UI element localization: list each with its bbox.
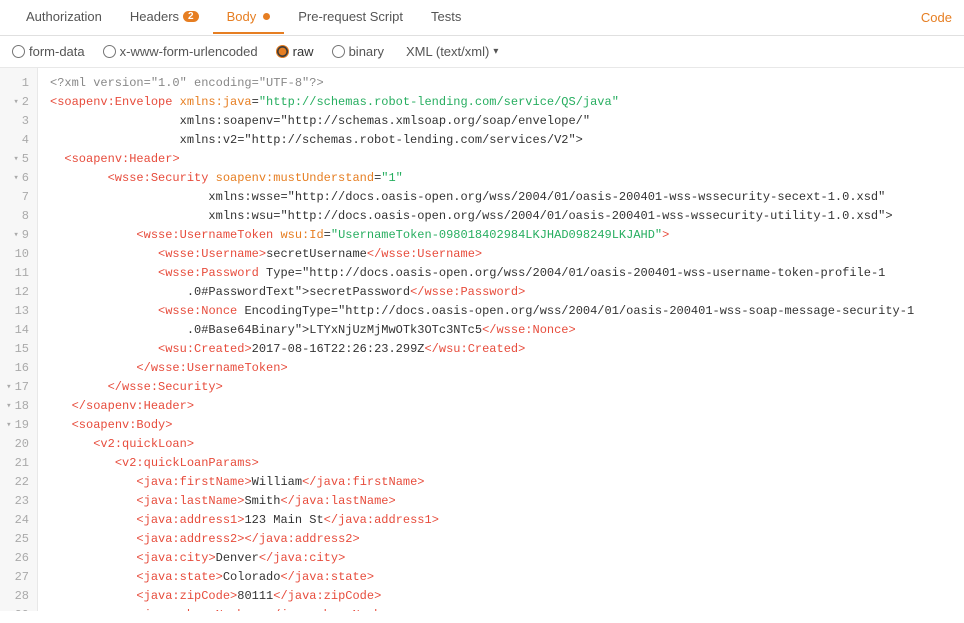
fold-arrow-icon[interactable]: ▾ xyxy=(13,93,18,112)
fold-arrow-icon[interactable]: ▾ xyxy=(6,397,11,416)
body-options-bar: form-data x-www-form-urlencoded raw bina… xyxy=(0,36,964,68)
line-number: 14 xyxy=(0,321,37,340)
code-line: </wsse:UsernameToken> xyxy=(50,359,964,378)
line-number: ▾18 xyxy=(0,397,37,416)
code-line: <java:firstName>William</java:firstName> xyxy=(50,473,964,492)
line-number: 3 xyxy=(0,112,37,131)
code-line: <wsse:Security soapenv:mustUnderstand="1… xyxy=(50,169,964,188)
fold-arrow-icon[interactable]: ▾ xyxy=(13,169,18,188)
code-line: <java:zipCode>80111</java:zipCode> xyxy=(50,587,964,606)
line-number: 1 xyxy=(0,74,37,93)
code-line: .0#PasswordText">secretPassword</wsse:Pa… xyxy=(50,283,964,302)
code-link[interactable]: Code xyxy=(921,10,952,25)
option-form-data[interactable]: form-data xyxy=(12,44,85,59)
chevron-down-icon: ▾ xyxy=(493,46,498,57)
option-raw[interactable]: raw xyxy=(276,44,314,59)
code-line: </soapenv:Header> xyxy=(50,397,964,416)
code-line: <soapenv:Envelope xmlns:java="http://sch… xyxy=(50,93,964,112)
line-number: ▾5 xyxy=(0,150,37,169)
code-line: <v2:quickLoan> xyxy=(50,435,964,454)
line-number: ▾9 xyxy=(0,226,37,245)
option-binary[interactable]: binary xyxy=(332,44,384,59)
content-type-selector[interactable]: XML (text/xml) ▾ xyxy=(406,44,498,59)
line-number: 12 xyxy=(0,283,37,302)
code-content[interactable]: <?xml version="1.0" encoding="UTF-8"?><s… xyxy=(38,68,964,611)
code-line: <java:lastName>Smith</java:lastName> xyxy=(50,492,964,511)
tab-prerequest[interactable]: Pre-request Script xyxy=(284,1,417,34)
binary-label: binary xyxy=(349,44,384,59)
tab-authorization[interactable]: Authorization xyxy=(12,1,116,34)
body-dot xyxy=(263,13,270,20)
code-line: <java:phoneNumber></java:phoneNumber> xyxy=(50,606,964,611)
code-line: xmlns:v2="http://schemas.robot-lending.c… xyxy=(50,131,964,150)
code-line: <soapenv:Body> xyxy=(50,416,964,435)
code-editor: 1▾234▾5▾678▾910111213141516▾17▾18▾192021… xyxy=(0,68,964,611)
line-number: 11 xyxy=(0,264,37,283)
line-number: 16 xyxy=(0,359,37,378)
code-line: <wsse:Username>secretUsername</wsse:User… xyxy=(50,245,964,264)
code-line: <java:state>Colorado</java:state> xyxy=(50,568,964,587)
tab-headers[interactable]: Headers 2 xyxy=(116,1,213,34)
code-line: <?xml version="1.0" encoding="UTF-8"?> xyxy=(50,74,964,93)
tab-tests-label: Tests xyxy=(431,9,461,24)
tab-tests[interactable]: Tests xyxy=(417,1,475,34)
line-number: ▾19 xyxy=(0,416,37,435)
raw-label: raw xyxy=(293,44,314,59)
tab-prerequest-label: Pre-request Script xyxy=(298,9,403,24)
line-number: 8 xyxy=(0,207,37,226)
line-number: 21 xyxy=(0,454,37,473)
fold-arrow-icon[interactable]: ▾ xyxy=(6,416,11,435)
line-number: 27 xyxy=(0,568,37,587)
code-line: <soapenv:Header> xyxy=(50,150,964,169)
line-number: ▾2 xyxy=(0,93,37,112)
line-number: 10 xyxy=(0,245,37,264)
tab-authorization-label: Authorization xyxy=(26,9,102,24)
code-line: <wsse:Password Type="http://docs.oasis-o… xyxy=(50,264,964,283)
code-line: <wsu:Created>2017-08-16T22:26:23.299Z</w… xyxy=(50,340,964,359)
code-line: xmlns:wsu="http://docs.oasis-open.org/ws… xyxy=(50,207,964,226)
line-number: 20 xyxy=(0,435,37,454)
fold-arrow-icon[interactable]: ▾ xyxy=(13,150,18,169)
code-line: <wsse:Nonce EncodingType="http://docs.oa… xyxy=(50,302,964,321)
line-number: 24 xyxy=(0,511,37,530)
line-number: 15 xyxy=(0,340,37,359)
code-line: <java:city>Denver</java:city> xyxy=(50,549,964,568)
code-line: </wsse:Security> xyxy=(50,378,964,397)
line-number: 26 xyxy=(0,549,37,568)
code-line: <java:address1>123 Main St</java:address… xyxy=(50,511,964,530)
code-line: xmlns:soapenv="http://schemas.xmlsoap.or… xyxy=(50,112,964,131)
headers-badge: 2 xyxy=(183,11,199,22)
line-number: 29 xyxy=(0,606,37,611)
content-type-label: XML (text/xml) xyxy=(406,44,489,59)
code-line: <v2:quickLoanParams> xyxy=(50,454,964,473)
line-number: ▾17 xyxy=(0,378,37,397)
line-numbers-gutter: 1▾234▾5▾678▾910111213141516▾17▾18▾192021… xyxy=(0,68,38,611)
tab-body-label: Body xyxy=(227,9,257,24)
line-number: 4 xyxy=(0,131,37,150)
line-number: ▾6 xyxy=(0,169,37,188)
code-line: <java:address2></java:address2> xyxy=(50,530,964,549)
top-tabs-bar: Authorization Headers 2 Body Pre-request… xyxy=(0,0,964,36)
line-number: 7 xyxy=(0,188,37,207)
option-urlencoded[interactable]: x-www-form-urlencoded xyxy=(103,44,258,59)
urlencoded-label: x-www-form-urlencoded xyxy=(120,44,258,59)
line-number: 23 xyxy=(0,492,37,511)
line-number: 25 xyxy=(0,530,37,549)
tab-body[interactable]: Body xyxy=(213,1,285,34)
code-line: xmlns:wsse="http://docs.oasis-open.org/w… xyxy=(50,188,964,207)
tab-headers-label: Headers xyxy=(130,9,179,24)
line-number: 13 xyxy=(0,302,37,321)
fold-arrow-icon[interactable]: ▾ xyxy=(13,226,18,245)
code-line: .0#Base64Binary">LTYxNjUzMjMwOTk3OTc3NTc… xyxy=(50,321,964,340)
form-data-label: form-data xyxy=(29,44,85,59)
line-number: 28 xyxy=(0,587,37,606)
fold-arrow-icon[interactable]: ▾ xyxy=(6,378,11,397)
line-number: 22 xyxy=(0,473,37,492)
code-line: <wsse:UsernameToken wsu:Id="UsernameToke… xyxy=(50,226,964,245)
